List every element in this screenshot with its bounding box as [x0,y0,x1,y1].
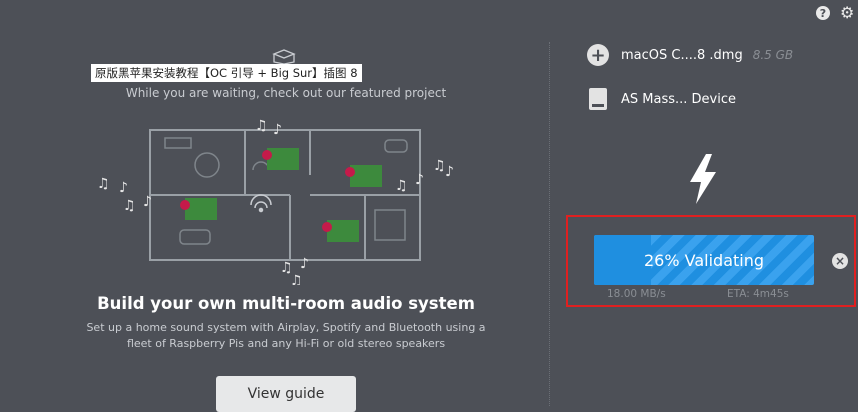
lightning-bolt-icon [690,154,716,204]
plus-circle-icon: + [587,44,609,66]
featured-headline: Build your own multi-room audio system [97,294,475,313]
drive-row: AS Mass... Device [587,88,736,110]
progress-label: 26% Validating [643,250,765,270]
svg-text:♪: ♪ [415,172,424,188]
image-file-name[interactable]: macOS C....8 .dmg [621,48,743,63]
svg-text:♫: ♫ [395,178,408,194]
featured-description: Set up a home sound system with Airplay,… [0,320,572,352]
watermark-caption: 原版黑苹果安装教程【OC 引导 + Big Sur】插图 8 [91,64,362,82]
svg-text:♪: ♪ [143,194,152,210]
drive-name[interactable]: AS Mass... Device [621,92,736,107]
transfer-speed: 18.00 MB/s [607,288,666,300]
flash-panel: + macOS C....8 .dmg 8.5 GB AS Mass... De… [552,0,858,406]
view-guide-button[interactable]: View guide [216,376,356,412]
svg-text:♫: ♫ [290,273,303,285]
svg-text:♪: ♪ [300,256,309,272]
description-line-1: Set up a home sound system with Airplay,… [86,321,486,334]
progress-bar: 26% Validating [594,235,814,285]
eta-text: ETA: 4m45s [727,288,789,300]
svg-text:♪: ♪ [445,164,454,180]
image-row: + macOS C....8 .dmg 8.5 GB [587,44,793,66]
image-file-size: 8.5 GB [752,48,794,62]
featured-project-panel: 原版黑苹果安装教程【OC 引导 + Big Sur】插图 8 While you… [0,0,548,412]
svg-text:♫: ♫ [255,118,268,134]
svg-text:♪: ♪ [273,122,282,138]
description-line-2: fleet of Raspberry Pis and any Hi-Fi or … [126,337,446,350]
drive-icon [589,88,607,110]
svg-text:♪: ♪ [119,180,128,196]
waiting-text: While you are waiting, check out our fea… [125,86,447,100]
svg-text:♫: ♫ [97,176,110,192]
svg-text:♫: ♫ [123,198,136,214]
svg-text:♫: ♫ [433,158,446,174]
box-icon [272,49,296,64]
floorplan-illustration: ♫ ♪♫ ♪ ♫ ♪ ♫ ♪♫ ♪ ♫ ♪♫ [97,118,454,285]
close-circle-icon[interactable]: × [832,253,848,269]
